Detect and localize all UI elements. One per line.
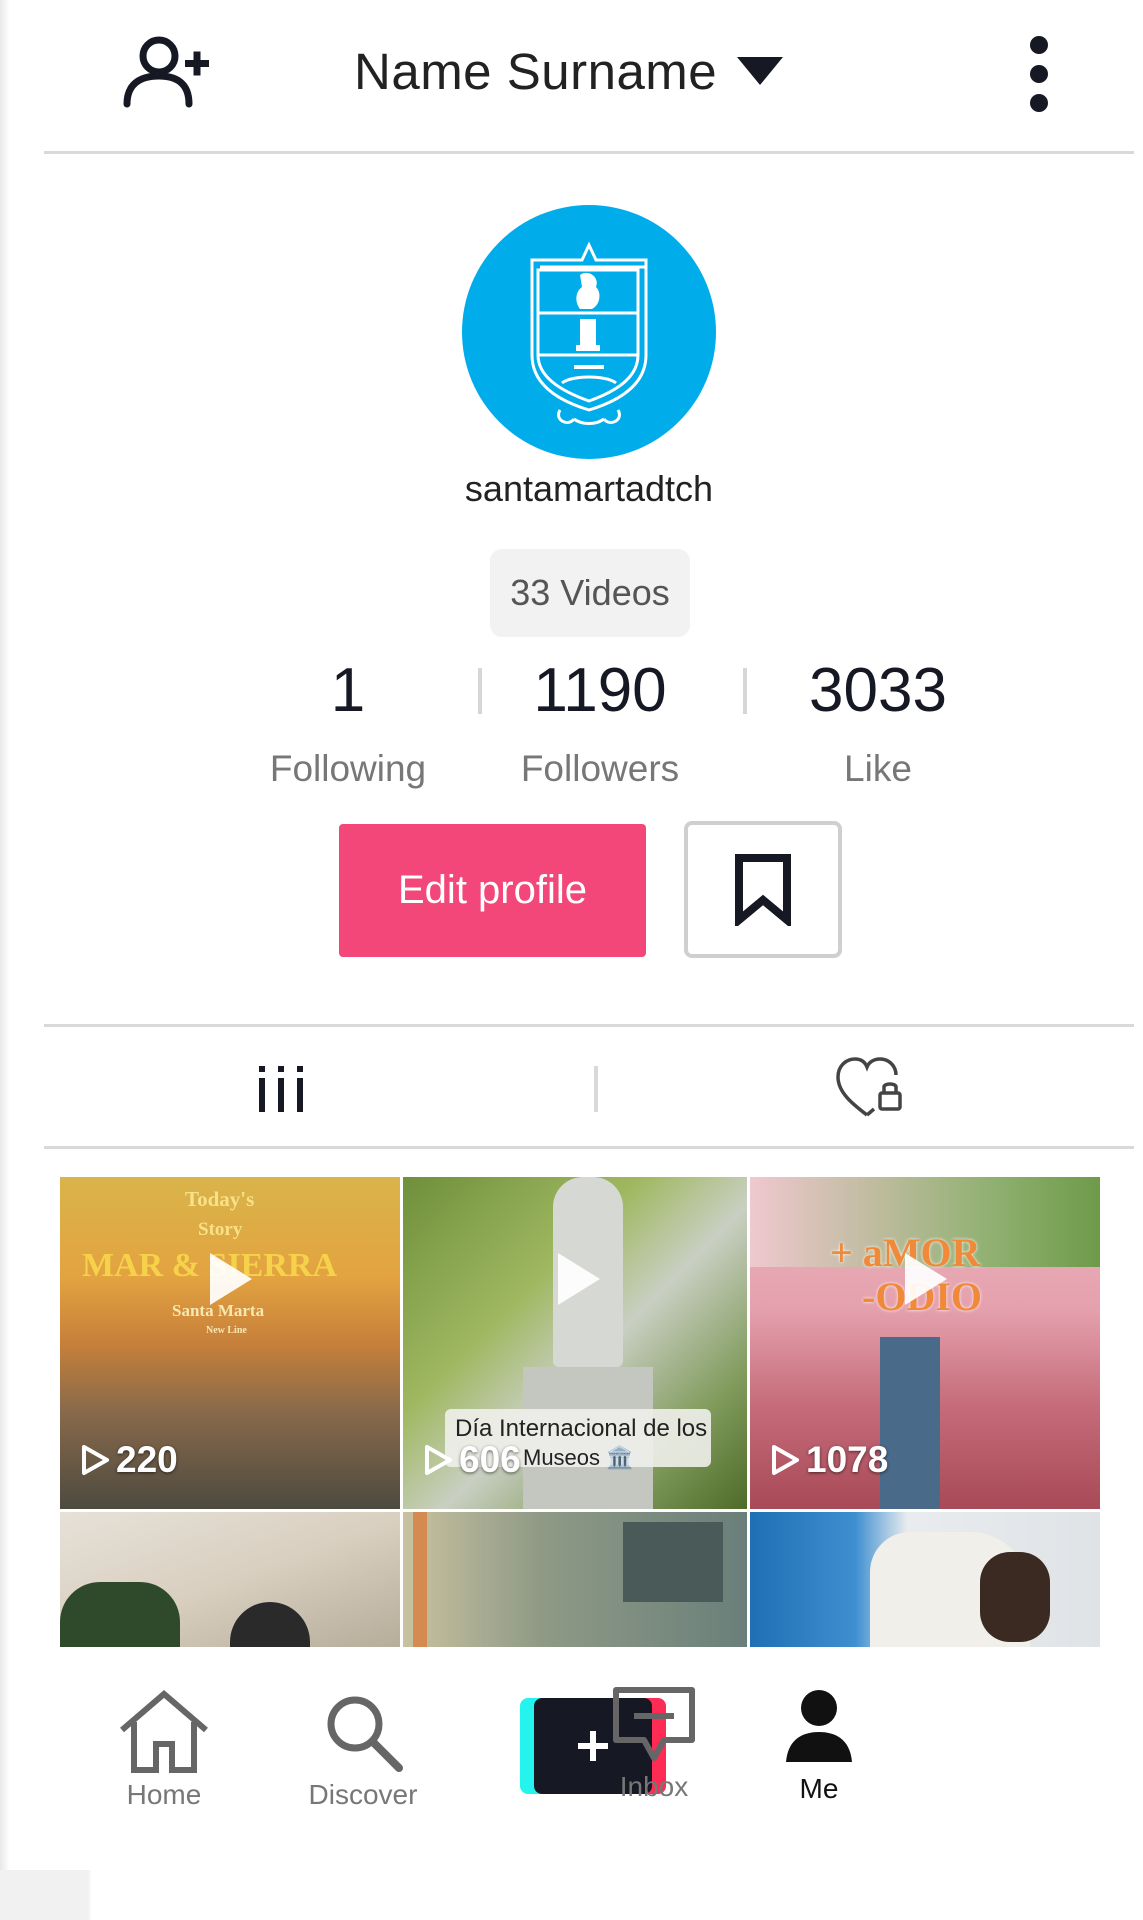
view-count-value: 220 xyxy=(116,1439,178,1480)
window-shape xyxy=(623,1522,723,1602)
grid-icon[interactable] xyxy=(256,1064,306,1114)
video-grid: Today's Story MAR & SIERRA Santa Marta N… xyxy=(60,1177,1100,1647)
account-switcher[interactable]: Name Surname xyxy=(354,42,784,101)
tabs-top-divider xyxy=(44,1024,1134,1027)
videos-count-badge: 33 Videos xyxy=(490,549,690,637)
view-count: 220 xyxy=(80,1439,178,1481)
search-icon xyxy=(327,1696,403,1772)
thumbnail-text: Story xyxy=(198,1219,243,1240)
play-outline-icon xyxy=(772,1445,799,1475)
kebab-menu-icon[interactable] xyxy=(1026,34,1052,114)
nav-home[interactable]: Home xyxy=(104,1688,224,1811)
play-icon xyxy=(905,1253,947,1305)
bookmark-icon xyxy=(735,853,791,926)
likes-label: Like xyxy=(844,748,912,789)
tabs-bottom-divider xyxy=(44,1146,1134,1149)
video-thumbnail[interactable] xyxy=(403,1512,747,1647)
heart-lock-icon[interactable] xyxy=(834,1055,906,1121)
video-thumbnail[interactable] xyxy=(750,1512,1100,1647)
profile-icon xyxy=(786,1690,852,1762)
caret-down-icon xyxy=(737,56,784,85)
following-label[interactable]: Following xyxy=(248,748,448,790)
likes-count: 3033 xyxy=(809,656,947,725)
nav-discover[interactable]: Discover xyxy=(298,1690,428,1811)
followers-count[interactable]: 1190 xyxy=(500,655,700,726)
tab-divider xyxy=(594,1066,598,1112)
nav-inbox[interactable]: Inbox xyxy=(604,1686,704,1803)
play-outline-icon xyxy=(82,1445,109,1475)
left-edge-shadow xyxy=(0,0,10,1920)
followers-label[interactable]: Followers xyxy=(490,748,710,790)
pole-shape xyxy=(413,1512,427,1647)
app-screen: Name Surname santamartadtch 33 Videos 1 … xyxy=(0,0,1143,1920)
avatar[interactable] xyxy=(462,205,716,459)
nav-me[interactable]: Me xyxy=(764,1688,874,1805)
home-icon xyxy=(120,1690,208,1773)
view-count: 606 xyxy=(423,1439,521,1481)
view-count-value: 606 xyxy=(459,1439,521,1480)
person-shape xyxy=(230,1602,310,1647)
nav-label: Inbox xyxy=(619,1771,689,1802)
play-icon xyxy=(558,1253,600,1305)
nav-label: Me xyxy=(799,1773,839,1804)
thumbnail-text: Today's xyxy=(185,1187,255,1211)
play-outline-icon xyxy=(425,1445,452,1475)
stat-divider xyxy=(743,668,747,714)
person-shape xyxy=(880,1337,940,1509)
username: santamartadtch xyxy=(464,468,714,509)
video-thumbnail[interactable] xyxy=(60,1512,400,1647)
header-divider xyxy=(44,151,1134,154)
bottom-edge xyxy=(0,1870,1143,1920)
video-thumbnail[interactable]: + aMOR -ODIO 1078 xyxy=(750,1177,1100,1509)
head-shape xyxy=(980,1552,1050,1642)
following-count[interactable]: 1 xyxy=(268,655,428,726)
coat-of-arms-logo xyxy=(530,241,648,425)
bookmarks-button[interactable] xyxy=(684,821,842,958)
thumbnail-caption: Museos 🏛️ xyxy=(523,1445,634,1470)
page-title: Name Surname xyxy=(354,43,718,100)
thumbnail-text: New Line xyxy=(206,1325,247,1336)
top-bar: Name Surname xyxy=(44,0,1134,152)
nav-label: Home xyxy=(126,1779,202,1810)
video-thumbnail[interactable]: Today's Story MAR & SIERRA Santa Marta N… xyxy=(60,1177,400,1509)
nav-label: Discover xyxy=(308,1779,418,1810)
play-icon xyxy=(210,1253,252,1305)
add-user-icon[interactable] xyxy=(119,34,211,108)
inbox-icon xyxy=(613,1687,695,1761)
content-tabs xyxy=(44,1029,1134,1147)
person-shape xyxy=(60,1582,180,1647)
stat-divider xyxy=(478,668,482,714)
edit-profile-button[interactable]: Edit profile xyxy=(339,824,646,957)
view-count-value: 1078 xyxy=(806,1439,889,1480)
view-count: 1078 xyxy=(770,1439,888,1481)
bottom-nav: Home Discover Inbox Me xyxy=(44,1660,1134,1830)
video-thumbnail[interactable]: Día Internacional de los Museos 🏛️ 606 xyxy=(403,1177,747,1509)
